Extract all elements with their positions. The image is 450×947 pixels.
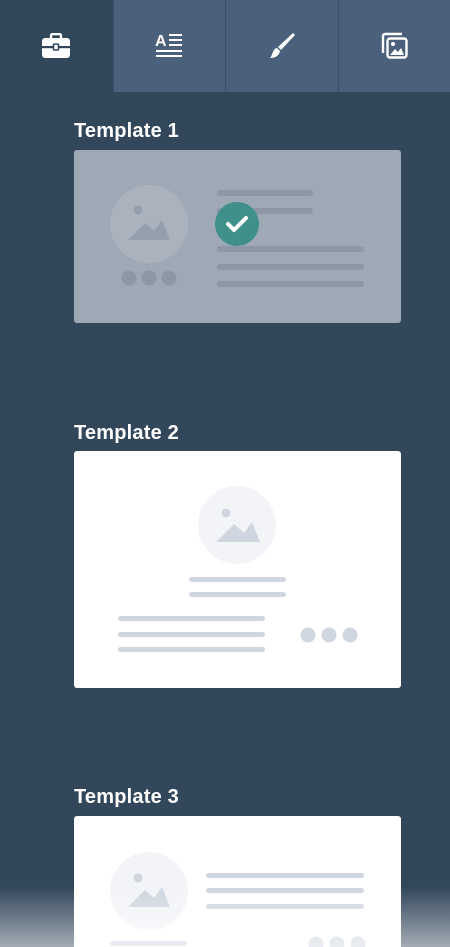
dot-indicator [308, 936, 324, 947]
template-preview [110, 852, 366, 947]
briefcase-icon [42, 33, 71, 58]
text-format-icon: A [155, 33, 183, 57]
selected-check-icon [215, 202, 259, 246]
template-title: Template 3 [74, 786, 179, 808]
svg-text:A: A [155, 33, 167, 50]
template-card-1[interactable] [74, 150, 401, 323]
image-placeholder-icon [198, 486, 276, 564]
template-panel: A Template 1 Template 2 Template 3 [0, 0, 450, 947]
template-title: Template 2 [74, 422, 179, 444]
image-placeholder-icon [110, 185, 188, 263]
dot-indicator [121, 270, 137, 286]
tab-images[interactable] [337, 0, 450, 92]
dot-indicator [300, 627, 316, 643]
template-card-2[interactable] [74, 451, 401, 688]
image-placeholder-icon [110, 852, 188, 930]
tab-text[interactable]: A [112, 0, 225, 92]
tab-style[interactable] [225, 0, 338, 92]
tab-templates[interactable] [0, 0, 113, 92]
template-card-3[interactable] [74, 816, 401, 947]
tab-bar: A [0, 0, 450, 92]
template-preview [118, 486, 358, 652]
template-preview [110, 185, 364, 287]
paintbrush-icon [269, 33, 295, 58]
image-gallery-icon [382, 32, 408, 59]
template-title: Template 1 [74, 120, 179, 142]
